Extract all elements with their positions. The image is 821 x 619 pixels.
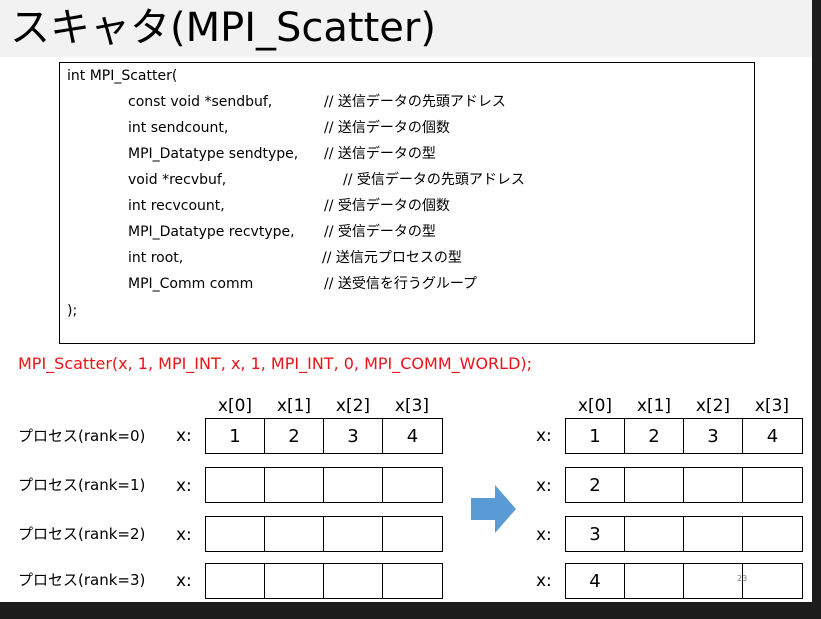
array-cell xyxy=(743,564,802,598)
title-main: スキャタ xyxy=(10,5,170,51)
param-line: void *recvbuf, // 受信データの先頭アドレス xyxy=(128,170,525,190)
array-cell xyxy=(743,517,802,551)
array-cell: 3 xyxy=(566,517,625,551)
array-cell xyxy=(684,564,743,598)
array-before-rank1 xyxy=(205,467,443,503)
slide-title: スキャタ(MPI_Scatter) xyxy=(10,4,436,52)
array-cell xyxy=(383,517,442,551)
x-label: x: xyxy=(176,525,192,545)
array-cell: 2 xyxy=(265,419,324,453)
signature-open: int MPI_Scatter( xyxy=(67,68,178,84)
title-sub: (MPI_Scatter) xyxy=(170,5,436,51)
array-before-rank0: 1 2 3 4 xyxy=(205,418,443,454)
array-cell: 4 xyxy=(766,425,779,447)
signature-box: int MPI_Scatter( const void *sendbuf, //… xyxy=(59,62,755,344)
x-label: x: xyxy=(536,426,552,446)
param-comment: // 受信データの型 xyxy=(324,224,436,240)
param-comment: // 送受信を行うグループ xyxy=(324,276,478,292)
array-cell: 1 xyxy=(206,419,265,453)
page-number: 23 xyxy=(737,574,748,583)
array-cell xyxy=(265,517,324,551)
param-decl: MPI_Comm comm xyxy=(128,276,254,292)
rank-label: プロセス(rank=0) xyxy=(18,427,146,445)
param-decl: const void *sendbuf, xyxy=(128,94,273,110)
param-line: int root, // 送信元プロセスの型 xyxy=(128,248,462,268)
array-cell: 4 xyxy=(566,564,625,598)
array-cell xyxy=(625,468,684,502)
array-cell xyxy=(265,564,324,598)
param-line: const void *sendbuf, // 送信データの先頭アドレス xyxy=(128,92,506,112)
array-after-rank3: 4 xyxy=(565,563,803,599)
slide: スキャタ(MPI_Scatter) int MPI_Scatter( const… xyxy=(0,0,812,602)
index-label: x[1] xyxy=(636,396,672,416)
param-comment: // 送信データの先頭アドレス xyxy=(324,94,506,110)
array-before-rank3 xyxy=(205,563,443,599)
array-cell xyxy=(383,564,442,598)
param-comment: // 受信データの個数 xyxy=(324,198,450,214)
param-line: int sendcount, // 送信データの個数 xyxy=(128,118,450,138)
rank-label: プロセス(rank=1) xyxy=(18,476,146,494)
index-label: x[2] xyxy=(335,396,371,416)
param-line: int recvcount, // 受信データの個数 xyxy=(128,196,450,216)
array-after-rank2: 3 xyxy=(565,516,803,552)
title-bar: スキャタ(MPI_Scatter) xyxy=(0,0,812,57)
array-after-rank1: 2 xyxy=(565,467,803,503)
call-example: MPI_Scatter(x, 1, MPI_INT, x, 1, MPI_INT… xyxy=(18,354,533,373)
array-cell xyxy=(206,564,265,598)
array-cell xyxy=(684,517,743,551)
index-label: x[0] xyxy=(577,396,613,416)
param-comment: // 送信データの個数 xyxy=(324,120,450,136)
array-cell xyxy=(265,468,324,502)
array-cell xyxy=(324,468,383,502)
array-cell xyxy=(625,564,684,598)
param-line: MPI_Comm comm // 送受信を行うグループ xyxy=(128,274,477,294)
index-label: x[3] xyxy=(394,396,430,416)
array-cell: 4 xyxy=(406,425,419,447)
array-cell: 3 xyxy=(684,419,743,453)
param-decl: int recvcount, xyxy=(128,198,225,214)
array-after-rank0: 1 2 3 4 xyxy=(565,418,803,454)
array-cell xyxy=(383,468,442,502)
param-decl: int sendcount, xyxy=(128,120,229,136)
param-decl: int root, xyxy=(128,250,184,266)
index-label: x[3] xyxy=(754,396,790,416)
array-cell xyxy=(324,517,383,551)
array-cell xyxy=(684,468,743,502)
array-cell xyxy=(625,517,684,551)
array-cell xyxy=(324,564,383,598)
array-cell xyxy=(743,468,802,502)
rank-label: プロセス(rank=3) xyxy=(18,571,146,589)
param-comment: // 受信データの先頭アドレス xyxy=(343,172,525,188)
param-comment: // 送信元プロセスの型 xyxy=(322,250,462,266)
param-comment: // 送信データの型 xyxy=(324,146,436,162)
param-decl: void *recvbuf, xyxy=(128,172,227,188)
array-cell xyxy=(206,468,265,502)
signature-close: ); xyxy=(67,303,78,319)
array-cell: 1 xyxy=(566,419,625,453)
x-label: x: xyxy=(176,571,192,591)
array-cell xyxy=(206,517,265,551)
index-label: x[0] xyxy=(217,396,253,416)
rank-label: プロセス(rank=2) xyxy=(18,525,146,543)
x-label: x: xyxy=(536,571,552,591)
right-arrow-icon xyxy=(471,485,516,533)
array-cell: 3 xyxy=(324,419,383,453)
param-decl: MPI_Datatype recvtype, xyxy=(128,224,295,240)
x-label: x: xyxy=(536,476,552,496)
array-before-rank2 xyxy=(205,516,443,552)
x-label: x: xyxy=(176,426,192,446)
index-label: x[2] xyxy=(695,396,731,416)
param-line: MPI_Datatype recvtype, // 受信データの型 xyxy=(128,222,436,242)
array-cell: 2 xyxy=(625,419,684,453)
x-label: x: xyxy=(536,525,552,545)
index-label: x[1] xyxy=(276,396,312,416)
param-decl: MPI_Datatype sendtype, xyxy=(128,146,299,162)
param-line: MPI_Datatype sendtype, // 送信データの型 xyxy=(128,144,436,164)
array-cell: 2 xyxy=(566,468,625,502)
x-label: x: xyxy=(176,476,192,496)
